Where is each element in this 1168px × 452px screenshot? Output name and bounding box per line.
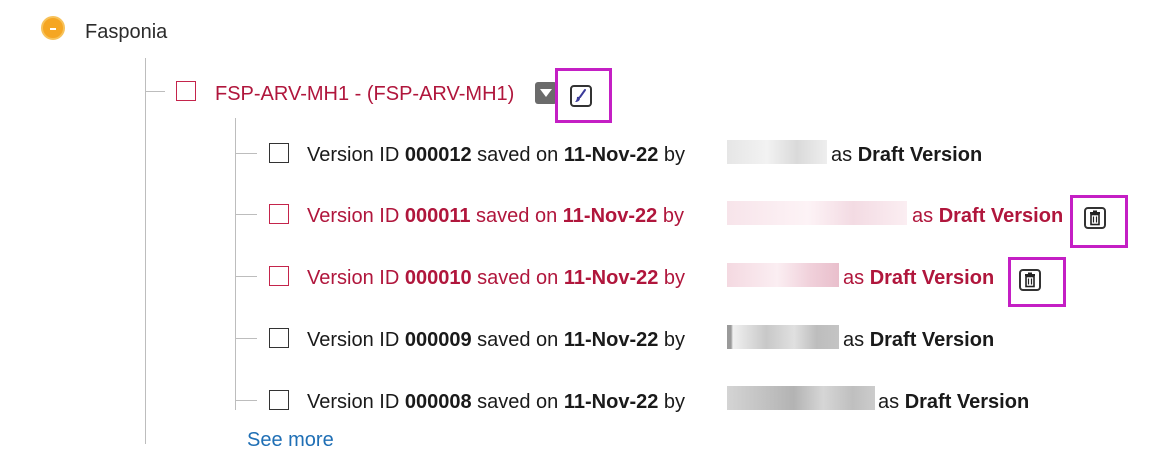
version-status: Draft Version — [938, 205, 1064, 227]
version-date: 11-Nov-22 — [563, 144, 659, 166]
version-id: 000009 — [404, 329, 472, 351]
version-id: 000011 — [404, 205, 471, 227]
version-prefix: Version ID — [307, 267, 405, 289]
brush-icon[interactable] — [570, 85, 592, 107]
caret-down-icon[interactable] — [535, 82, 557, 104]
version-as: as — [843, 329, 870, 351]
redacted-username — [727, 263, 839, 287]
version-date: 11-Nov-22 — [563, 391, 659, 413]
version-checkbox[interactable] — [269, 266, 289, 286]
collapse-toggle-icon[interactable] — [41, 16, 65, 40]
version-saved-on: saved on — [470, 205, 563, 227]
tree-connector-v08 — [235, 400, 257, 401]
tree-connector-v10 — [235, 276, 257, 277]
version-checkbox[interactable] — [269, 204, 289, 224]
version-id: 000008 — [404, 391, 472, 413]
tree-line-root — [145, 58, 146, 444]
tree-line-node — [235, 118, 236, 410]
version-saved-on: saved on — [471, 329, 564, 351]
version-row-text[interactable]: Version ID 000008 saved on 11-Nov-22 by — [307, 390, 685, 414]
version-id: 000012 — [404, 144, 472, 166]
version-as: as — [831, 144, 858, 166]
version-by: by — [658, 144, 686, 166]
version-by: by — [658, 329, 686, 351]
tree-connector-node — [145, 91, 165, 92]
version-prefix: Version ID — [307, 205, 405, 227]
version-status: Draft Version — [857, 144, 983, 166]
version-status: Draft Version — [869, 267, 995, 289]
version-status-text: as Draft Version — [843, 328, 994, 352]
node-checkbox[interactable] — [176, 81, 196, 101]
version-prefix: Version ID — [307, 391, 405, 413]
version-status: Draft Version — [869, 329, 995, 351]
version-date: 11-Nov-22 — [563, 329, 659, 351]
version-by: by — [658, 391, 686, 413]
version-date: 11-Nov-22 — [563, 267, 659, 289]
version-id: 000010 — [404, 267, 472, 289]
version-saved-on: saved on — [471, 144, 564, 166]
version-row-text[interactable]: Version ID 000009 saved on 11-Nov-22 by — [307, 328, 685, 352]
node-label[interactable]: FSP-ARV-MH1 - (FSP-ARV-MH1) — [215, 82, 514, 106]
redacted-username — [727, 325, 839, 349]
tree-connector-v12 — [235, 153, 257, 154]
version-saved-on: saved on — [471, 267, 564, 289]
version-checkbox[interactable] — [269, 328, 289, 348]
tree-connector-v09 — [235, 338, 257, 339]
version-checkbox[interactable] — [269, 143, 289, 163]
version-status-text: as Draft Version — [878, 390, 1029, 414]
version-by: by — [658, 267, 686, 289]
trash-icon[interactable] — [1084, 207, 1106, 229]
version-as: as — [878, 391, 905, 413]
version-prefix: Version ID — [307, 329, 405, 351]
version-status-text: as Draft Version — [912, 204, 1063, 228]
version-status-text: as Draft Version — [843, 266, 994, 290]
version-status-text: as Draft Version — [831, 143, 982, 167]
version-as: as — [843, 267, 870, 289]
version-checkbox[interactable] — [269, 390, 289, 410]
version-row-text[interactable]: Version ID 000011 saved on 11-Nov-22 by — [307, 204, 684, 228]
version-row-text[interactable]: Version ID 000010 saved on 11-Nov-22 by — [307, 266, 685, 290]
tree-root-label[interactable]: Fasponia — [85, 20, 167, 44]
redacted-username — [727, 140, 827, 164]
see-more-link[interactable]: See more — [247, 428, 334, 452]
version-by: by — [657, 205, 684, 227]
version-row-text[interactable]: Version ID 000012 saved on 11-Nov-22 by — [307, 143, 685, 167]
tree-connector-v11 — [235, 214, 257, 215]
version-status: Draft Version — [904, 391, 1030, 413]
redacted-username — [727, 386, 875, 410]
trash-icon[interactable] — [1019, 269, 1041, 291]
version-saved-on: saved on — [471, 391, 564, 413]
version-date: 11-Nov-22 — [562, 205, 658, 227]
version-as: as — [912, 205, 939, 227]
redacted-username — [727, 201, 907, 225]
version-prefix: Version ID — [307, 144, 405, 166]
